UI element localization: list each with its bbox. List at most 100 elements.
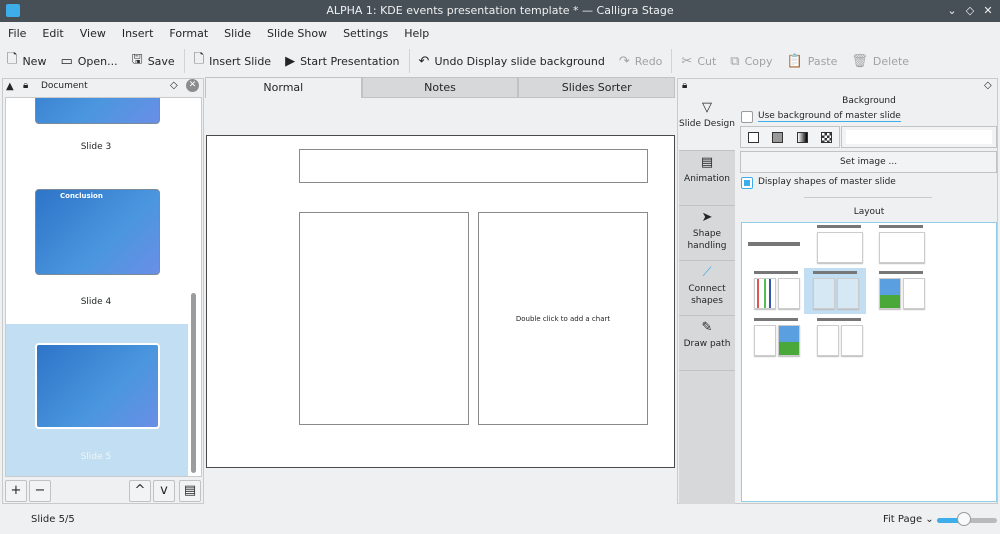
set-image-button[interactable]: Set image ...	[740, 151, 997, 173]
menu-file[interactable]: File	[0, 24, 34, 44]
use-master-background-checkbox[interactable]	[741, 111, 753, 123]
maximize-icon[interactable]: ◇	[962, 3, 978, 19]
menu-bar: File Edit View Insert Format Slide Slide…	[0, 24, 437, 44]
slide-thumbnail[interactable]	[35, 98, 160, 124]
copy-label: Copy	[744, 54, 773, 68]
menu-format[interactable]: Format	[161, 24, 216, 44]
open-button[interactable]: ▭ Open...	[53, 47, 124, 75]
menu-help[interactable]: Help	[396, 24, 437, 44]
layout-title-only[interactable]	[746, 225, 800, 265]
paste-icon: 📋	[786, 53, 803, 69]
selected-slide-item[interactable]: Slide 5	[6, 324, 188, 476]
cut-label: Cut	[697, 54, 717, 68]
slide-canvas[interactable]: Double click to add a chart	[206, 135, 675, 468]
tab-label: Shape handling	[687, 229, 727, 251]
menu-insert[interactable]: Insert	[114, 24, 162, 44]
layout-title-text[interactable]	[877, 225, 925, 265]
thumbnail-title: Conclusion	[60, 192, 103, 200]
layout-heading: Layout	[853, 207, 885, 217]
fill-style-selector[interactable]	[841, 126, 997, 148]
menu-edit[interactable]: Edit	[34, 24, 71, 44]
start-presentation-button[interactable]: ▶ Start Presentation	[278, 47, 406, 75]
animation-icon: ▤	[700, 155, 714, 170]
float-icon[interactable]: ◇	[170, 80, 178, 91]
tab-animation[interactable]: ▤ Animation	[679, 151, 735, 206]
menu-slide-show[interactable]: Slide Show	[259, 24, 335, 44]
layout-bullets-image[interactable]	[752, 318, 800, 358]
divider	[671, 49, 673, 73]
remove-slide-button[interactable]: −	[29, 480, 51, 502]
trash-icon: 🗑	[851, 53, 868, 69]
lock-icon[interactable]: 🔒︎	[682, 80, 687, 91]
no-fill-button[interactable]	[741, 127, 766, 147]
tab-filler	[679, 371, 735, 504]
tab-slide-design[interactable]: ▽ Slide Design	[679, 96, 735, 151]
tab-draw-path[interactable]: ✎ Draw path	[679, 316, 735, 371]
view-tabs: Normal Notes Slides Sorter	[205, 77, 676, 98]
layout-list[interactable]	[741, 222, 997, 502]
app-icon[interactable]	[6, 4, 20, 17]
new-button[interactable]: 🗋 New	[0, 47, 53, 75]
pattern-fill-button[interactable]	[815, 127, 840, 147]
delete-button[interactable]: 🗑 Delete	[844, 47, 916, 75]
background-heading: Background	[842, 96, 896, 106]
solid-fill-button[interactable]	[766, 127, 791, 147]
zoom-selector[interactable]: Fit Page ⌄	[883, 514, 934, 525]
cut-button[interactable]: ✂ Cut	[674, 47, 723, 75]
slide-thumbnail[interactable]: Conclusion	[35, 189, 160, 275]
lock-icon[interactable]: 🔒︎	[23, 80, 28, 91]
title-placeholder[interactable]	[299, 149, 648, 183]
start-presentation-label: Start Presentation	[300, 54, 400, 68]
docker-title: Document	[41, 81, 88, 91]
open-label: Open...	[77, 54, 118, 68]
layout-title-bullets[interactable]	[815, 225, 863, 265]
paste-button[interactable]: 📋 Paste	[780, 47, 845, 75]
float-icon[interactable]: ◇	[984, 80, 992, 91]
slide-label: Slide 4	[80, 297, 112, 307]
divider	[408, 49, 410, 73]
redo-button[interactable]: ↷ Redo	[612, 47, 670, 75]
undo-icon: ↶	[418, 53, 430, 69]
add-slide-button[interactable]: +	[5, 480, 27, 502]
scrollbar[interactable]	[191, 293, 196, 473]
display-master-shapes-label[interactable]: Display shapes of master slide	[758, 177, 896, 187]
title-bar: ALPHA 1: KDE events presentation templat…	[0, 0, 1000, 22]
collapse-icon[interactable]: ▲	[6, 81, 14, 92]
tab-notes[interactable]: Notes	[361, 77, 519, 98]
tab-slides-sorter[interactable]: Slides Sorter	[518, 77, 676, 98]
pointer-icon: ➤	[701, 210, 713, 225]
redo-icon: ↷	[618, 53, 630, 69]
minimize-icon[interactable]: ⌄	[944, 3, 960, 19]
layout-two-columns[interactable]	[815, 318, 863, 358]
slide-thumbnail[interactable]	[35, 343, 160, 429]
slide-list[interactable]: Slide 3 Conclusion Slide 4 Slide 5	[5, 97, 202, 477]
menu-settings[interactable]: Settings	[335, 24, 396, 44]
tab-connect-shapes[interactable]: ⟋ Connect shapes	[679, 261, 735, 316]
display-master-shapes-checkbox[interactable]	[741, 177, 753, 189]
undo-label: Undo Display slide background	[434, 54, 605, 68]
move-down-button[interactable]: v	[153, 480, 175, 502]
layout-image-bullets[interactable]	[877, 271, 925, 311]
layout-bullets-chart-selected[interactable]	[804, 268, 866, 314]
insert-slide-button[interactable]: 🗋 Insert Slide	[187, 47, 278, 75]
view-mode-button[interactable]: ▤	[179, 480, 201, 502]
close-icon[interactable]: ✕	[980, 3, 996, 19]
text-placeholder[interactable]	[299, 212, 469, 425]
insert-slide-icon: 🗋	[193, 52, 205, 67]
copy-button[interactable]: ⧉ Copy	[723, 47, 779, 75]
chart-placeholder[interactable]: Double click to add a chart	[478, 212, 648, 425]
menu-view[interactable]: View	[72, 24, 114, 44]
gradient-fill-button[interactable]	[790, 127, 815, 147]
slide-counter: Slide 5/5	[31, 514, 75, 525]
menu-slide[interactable]: Slide	[216, 24, 259, 44]
tab-shape-handling[interactable]: ➤ Shape handling	[679, 206, 735, 261]
tab-normal[interactable]: Normal	[205, 77, 362, 98]
zoom-slider-handle[interactable]	[957, 512, 971, 526]
save-button[interactable]: 🖫 Save	[125, 47, 182, 75]
close-docker-icon[interactable]: ✕	[186, 79, 199, 92]
use-master-background-label[interactable]: Use background of master slide	[758, 111, 901, 122]
move-up-button[interactable]: ^	[129, 480, 151, 502]
scissors-icon: ✂	[681, 53, 693, 69]
undo-button[interactable]: ↶ Undo Display slide background	[412, 47, 612, 75]
layout-chart-bullets[interactable]	[752, 271, 800, 311]
